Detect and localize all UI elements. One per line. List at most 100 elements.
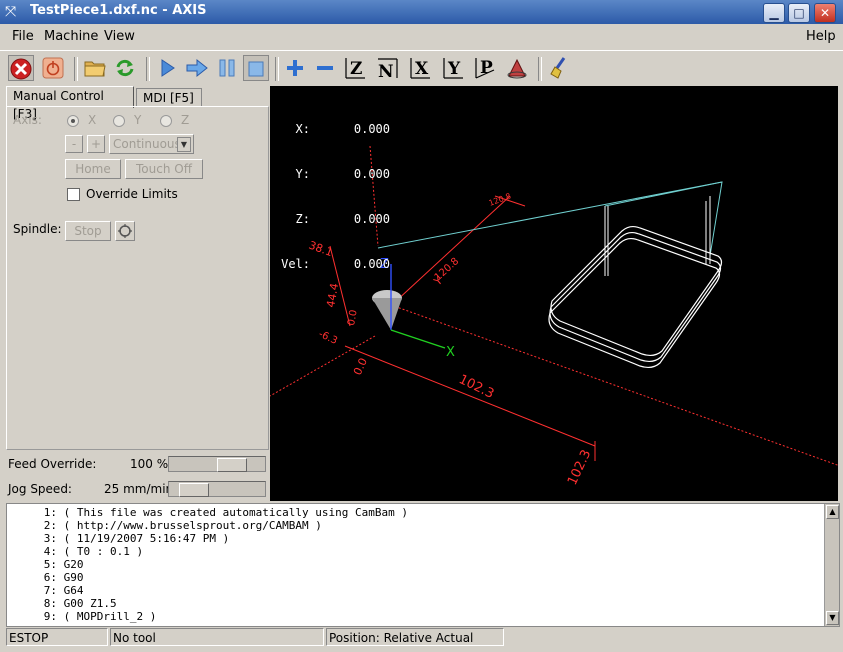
gcode-line-number: 8: <box>43 597 57 610</box>
jog-speed-thumb[interactable] <box>179 483 209 497</box>
view-p-icon: P <box>475 58 495 79</box>
scroll-up-icon[interactable]: ▲ <box>826 505 839 519</box>
gcode-line-number: 9: <box>43 610 57 623</box>
gcode-line-text: ( http://www.brusselsprout.org/CAMBAM ) <box>63 519 322 532</box>
title-bar[interactable]: ⤧ TestPiece1.dxf.nc - AXIS ▁ □ ✕ <box>0 0 843 24</box>
view-y-button[interactable]: Y <box>440 55 466 81</box>
feed-override-thumb[interactable] <box>217 458 247 472</box>
rotate-view-icon <box>507 58 527 79</box>
gcode-line[interactable]: 8: G00 Z1.5 <box>7 597 117 610</box>
feed-override-value: 100 % <box>130 457 169 471</box>
rapid-move-line-2 <box>604 181 723 207</box>
jog-minus-button[interactable]: - <box>65 135 83 153</box>
clear-backplot-button[interactable] <box>548 55 574 81</box>
axis-x-label: X <box>88 113 97 127</box>
dro-z-label: Z: <box>295 212 310 226</box>
view-z-button[interactable]: Z <box>342 55 368 81</box>
pause-button[interactable] <box>214 55 240 81</box>
gcode-line[interactable]: 1: ( This file was created automatically… <box>7 506 408 519</box>
svg-text:Y: Y <box>447 59 461 79</box>
toolbar-separator <box>74 57 78 81</box>
zoom-out-button[interactable] <box>312 55 338 81</box>
dro-y-value: 0.000 <box>353 167 390 181</box>
dim-label-z-zero: 0.0 <box>346 309 360 327</box>
dim-label-x-right: 102.3 <box>565 448 594 488</box>
axis-y-radio[interactable] <box>113 115 125 127</box>
toggle-tool-view-button[interactable] <box>504 55 530 81</box>
dim-label-x-min: 0.0 <box>351 356 370 377</box>
svg-text:P: P <box>480 58 493 78</box>
view-x-button[interactable]: X <box>407 55 433 81</box>
jog-plus-button[interactable]: + <box>87 135 105 153</box>
zoom-in-button[interactable] <box>282 55 308 81</box>
dro-readout: X: 0.000 Y: 0.000 Z: 0.000 Vel: 0.000 <box>274 92 390 302</box>
menu-file[interactable]: File <box>12 29 34 44</box>
manual-control-panel: Axis: X Y Z - + Continuous ▼ Home Touch … <box>6 106 269 450</box>
tab-manual-control[interactable]: Manual Control [F3] <box>6 86 134 121</box>
app-icon: ⤧ <box>5 4 17 20</box>
gcode-line[interactable]: 3: ( 11/19/2007 5:16:47 PM ) <box>7 532 229 545</box>
drill-plunge-lines <box>604 196 711 276</box>
step-button[interactable] <box>184 55 210 81</box>
gcode-scrollbar[interactable]: ▲ ▼ <box>824 504 839 626</box>
gcode-listing[interactable]: 1: ( This file was created automatically… <box>6 503 840 627</box>
spindle-stop-button[interactable]: Stop <box>65 221 111 241</box>
dim-label-y-side: 120.8 <box>433 256 462 283</box>
gcode-line-number: 5: <box>43 558 57 571</box>
jog-speed-slider[interactable] <box>168 481 266 497</box>
dro-x-value: 0.000 <box>353 122 390 136</box>
svg-text:X: X <box>415 59 429 79</box>
x-axis-label: X <box>446 345 455 360</box>
feed-override-slider[interactable] <box>168 456 266 472</box>
axis-x-radio[interactable] <box>67 115 79 127</box>
gcode-line-text: G20 <box>63 558 84 571</box>
view-perspective-button[interactable]: P <box>472 55 498 81</box>
dro-z-value: 0.000 <box>353 212 390 226</box>
scroll-down-icon[interactable]: ▼ <box>826 611 839 625</box>
dim-label-z-min: -6.3 <box>317 329 339 347</box>
reload-button[interactable] <box>112 55 138 81</box>
gcode-line[interactable]: 9: ( MOPDrill_2 ) <box>7 610 157 623</box>
run-button[interactable] <box>154 55 180 81</box>
dro-y-label: Y: <box>295 167 310 181</box>
dro-vel-value: 0.000 <box>353 257 390 271</box>
gcode-line-number: 1: <box>43 506 57 519</box>
gcode-line[interactable]: 2: ( http://www.brusselsprout.org/CAMBAM… <box>7 519 322 532</box>
touch-off-button[interactable]: Touch Off <box>125 159 203 179</box>
spindle-brake-button[interactable] <box>115 221 135 241</box>
view-z2-button[interactable]: N <box>374 55 400 82</box>
toolbar-separator <box>146 57 150 81</box>
axis-z-radio[interactable] <box>160 115 172 127</box>
gcode-line[interactable]: 7: G64 <box>7 584 84 597</box>
reload-icon <box>116 59 134 77</box>
open-file-button[interactable] <box>82 55 108 81</box>
brake-icon <box>118 224 132 238</box>
menu-help[interactable]: Help <box>806 29 836 44</box>
menu-view[interactable]: View <box>104 29 135 44</box>
gcode-line-text: G64 <box>63 584 84 597</box>
tab-mdi[interactable]: MDI [F5] <box>136 88 202 107</box>
gcode-line-number: 4: <box>43 545 57 558</box>
tool-cone <box>372 298 402 330</box>
status-position-mode: Position: Relative Actual <box>326 628 504 646</box>
gcode-line[interactable]: 4: ( T0 : 0.1 ) <box>7 545 143 558</box>
gcode-line[interactable]: 6: G90 <box>7 571 84 584</box>
toolbar: Z N X Y P <box>0 50 843 87</box>
close-button[interactable]: ✕ <box>814 3 836 23</box>
estop-toggle-button[interactable] <box>8 55 34 81</box>
override-limits-checkbox[interactable] <box>67 188 80 201</box>
3d-preview[interactable]: Z X Y 102.3 102.3 0.0 120.8 120.8 38.1 4… <box>270 86 838 501</box>
menu-machine[interactable]: Machine <box>44 29 98 44</box>
minimize-button[interactable]: ▁ <box>763 3 785 23</box>
machine-power-button[interactable] <box>40 55 66 81</box>
dro-row-y: Y: 0.000 <box>274 167 390 182</box>
maximize-button[interactable]: □ <box>788 3 810 23</box>
status-tool: No tool <box>110 628 324 646</box>
axis-window: ⤧ TestPiece1.dxf.nc - AXIS ▁ □ ✕ File Ma… <box>0 0 843 652</box>
jog-increment-select[interactable]: Continuous ▼ <box>109 134 194 154</box>
stop-button[interactable] <box>243 55 269 81</box>
gcode-line[interactable]: 5: G20 <box>7 558 84 571</box>
home-button[interactable]: Home <box>65 159 121 179</box>
toolpath-outline <box>548 225 723 369</box>
view-x-icon: X <box>410 58 430 79</box>
